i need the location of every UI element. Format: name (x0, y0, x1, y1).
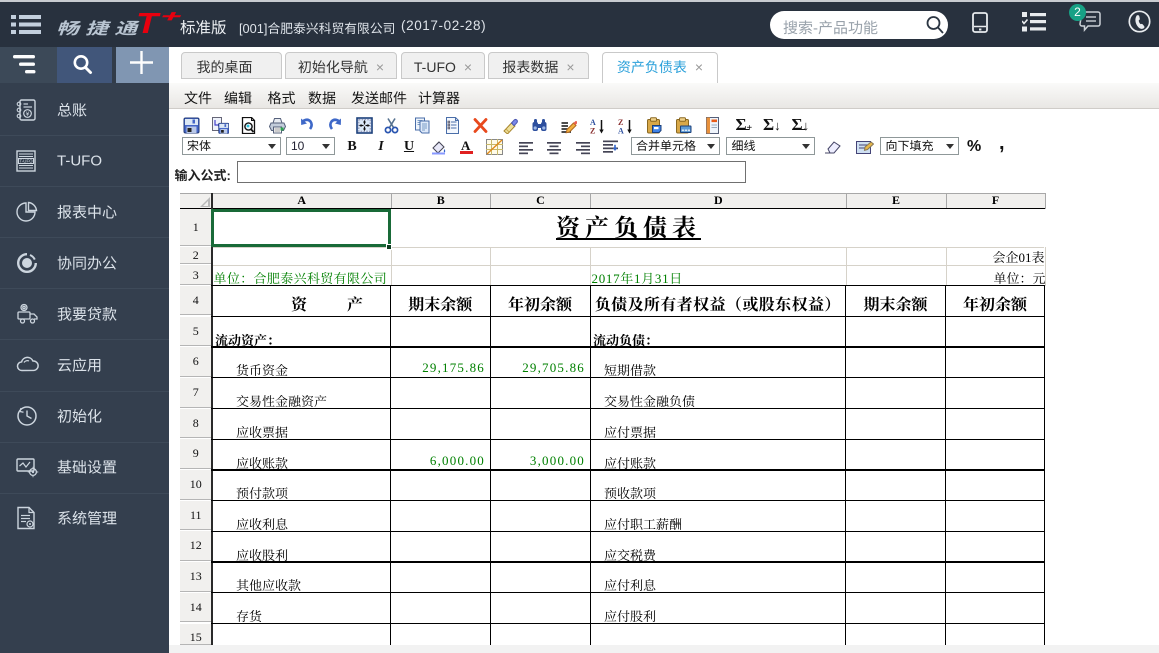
svg-text:Z: Z (590, 126, 595, 134)
svg-text:A: A (618, 126, 624, 134)
svg-text:T-UFO: T-UFO (19, 158, 33, 163)
